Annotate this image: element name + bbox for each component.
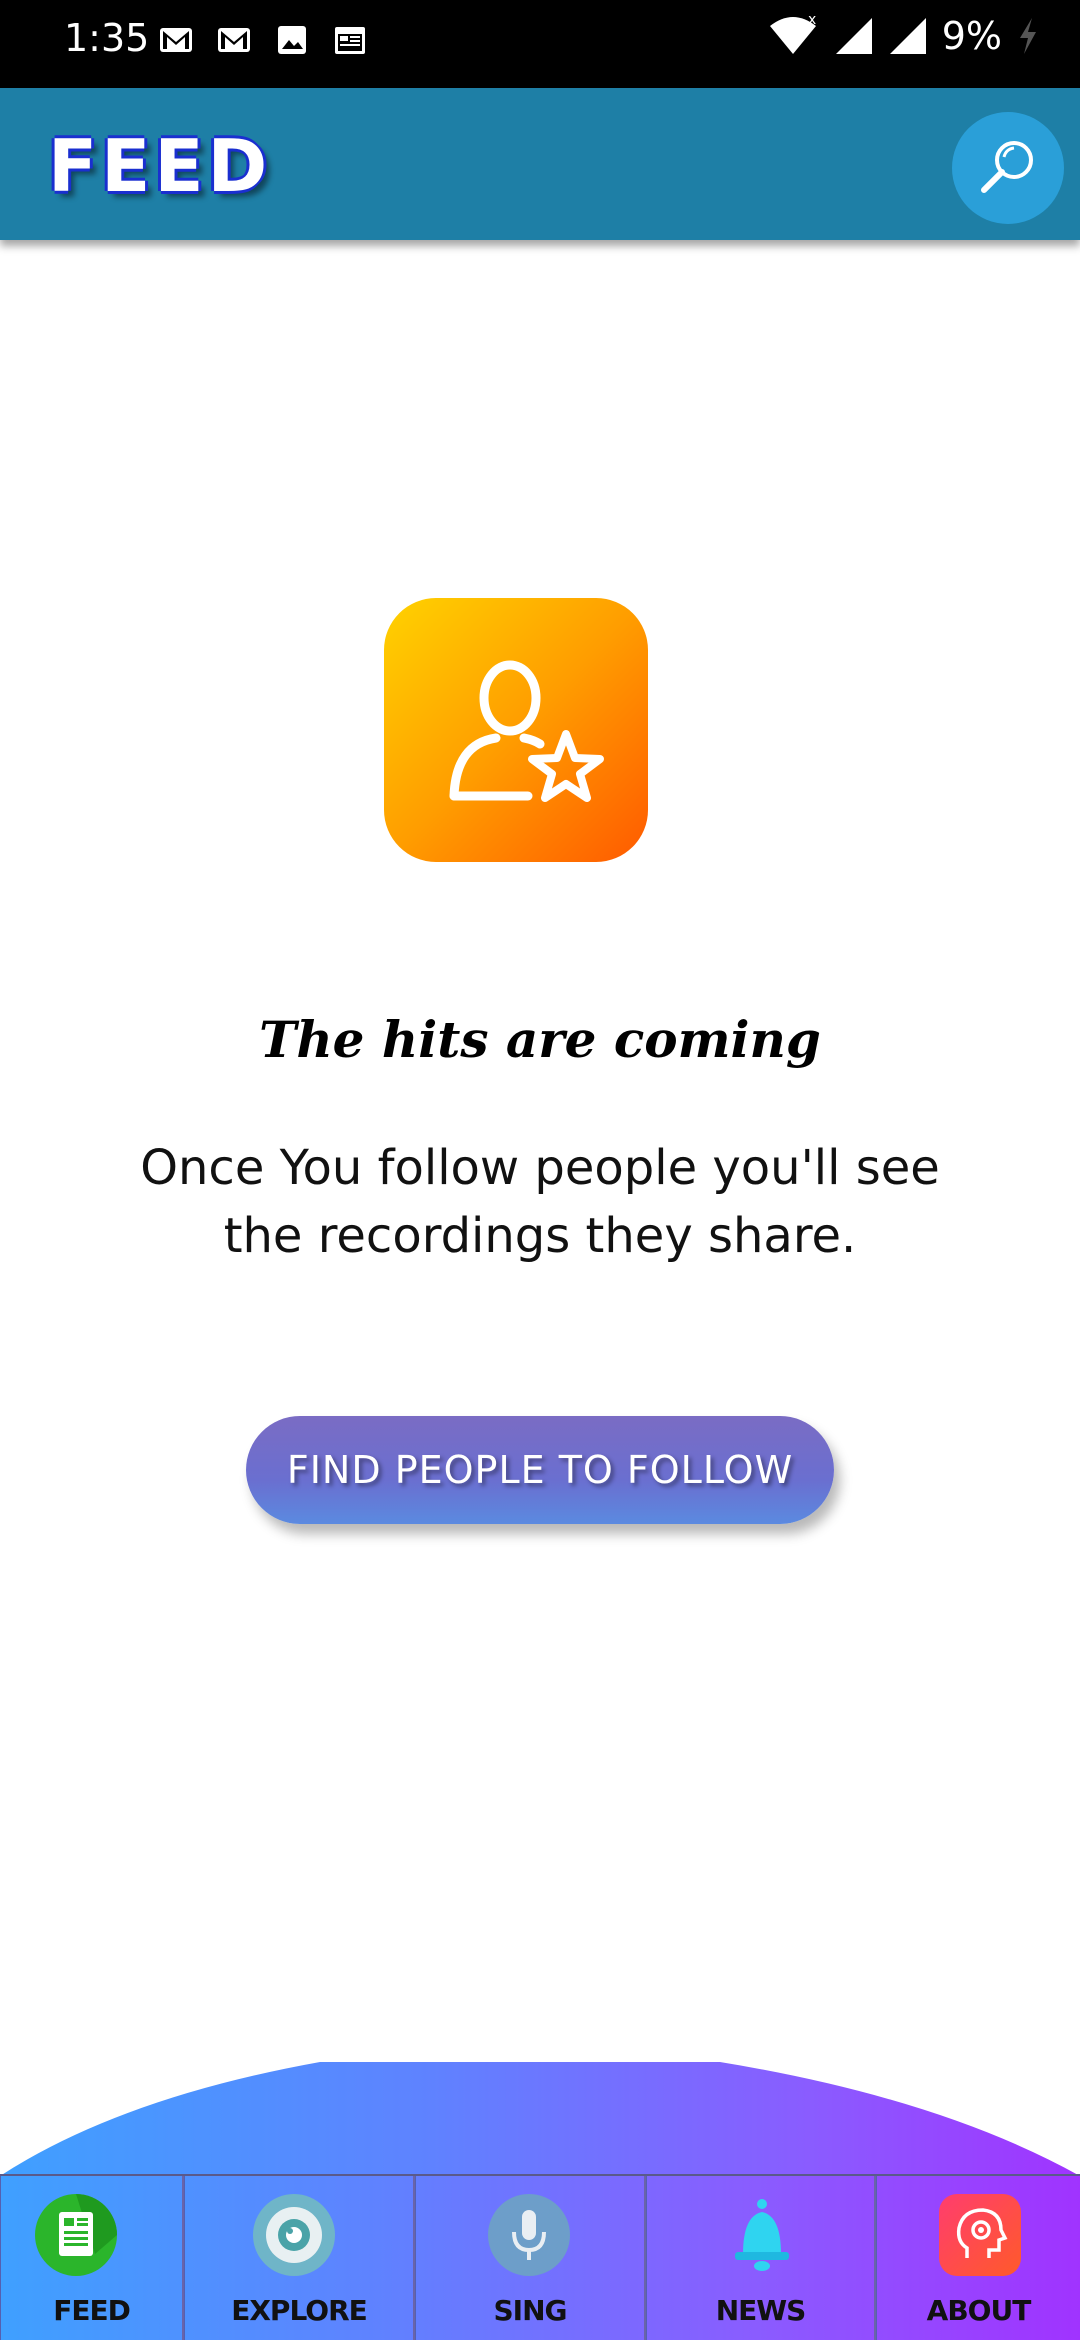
nav-label-about: ABOUT (926, 2294, 1032, 2327)
feed-icon (35, 2194, 117, 2276)
nav-label-feed: FEED (53, 2294, 131, 2327)
brain-gear-icon (939, 2194, 1021, 2276)
bottom-navigation: FEED EXPLORE SING NEWS ABOUT (0, 2058, 1080, 2340)
page-title: FEED (48, 124, 272, 208)
status-time: 1:35 (64, 16, 150, 60)
nav-label-news: NEWS (715, 2294, 807, 2327)
nav-label-sing: SING (493, 2294, 568, 2327)
nav-item-sing[interactable]: SING (415, 2176, 646, 2340)
signal-icon (835, 18, 872, 54)
system-icons: x 9% (766, 14, 1040, 58)
charging-icon (1020, 18, 1036, 54)
microphone-icon (488, 2194, 570, 2276)
search-button[interactable] (952, 112, 1064, 224)
nav-arc-decoration (0, 2062, 1080, 2176)
bell-icon (721, 2194, 803, 2276)
nav-label-explore: EXPLORE (231, 2294, 368, 2327)
empty-state-message: Once You follow people you'll see the re… (140, 1140, 940, 1264)
image-icon (278, 26, 306, 54)
app-bar: FEED (0, 88, 1080, 240)
notification-icons (158, 22, 368, 58)
svg-text:x: x (808, 14, 816, 28)
find-people-button[interactable]: FIND PEOPLE TO FOLLOW (246, 1416, 834, 1524)
nav-item-about[interactable]: ABOUT (876, 2176, 1080, 2340)
eye-icon (253, 2194, 335, 2276)
status-bar: 1:35 x 9% (0, 0, 1080, 88)
gmail-icon (160, 28, 192, 52)
signal-icon (889, 18, 926, 54)
magnifier-icon (981, 141, 1033, 193)
battery-level: 9% (941, 14, 1002, 58)
gmail-icon (218, 28, 250, 52)
nav-bar: FEED EXPLORE SING NEWS ABOUT (0, 2174, 1080, 2340)
calendar-icon (335, 27, 365, 54)
nav-item-news[interactable]: NEWS (646, 2176, 876, 2340)
user-star-icon (384, 598, 648, 862)
nav-item-feed[interactable]: FEED (0, 2176, 184, 2340)
empty-state-headline: The hits are coming (259, 1010, 821, 1069)
wifi-icon: x (769, 14, 816, 54)
nav-item-explore[interactable]: EXPLORE (184, 2176, 415, 2340)
